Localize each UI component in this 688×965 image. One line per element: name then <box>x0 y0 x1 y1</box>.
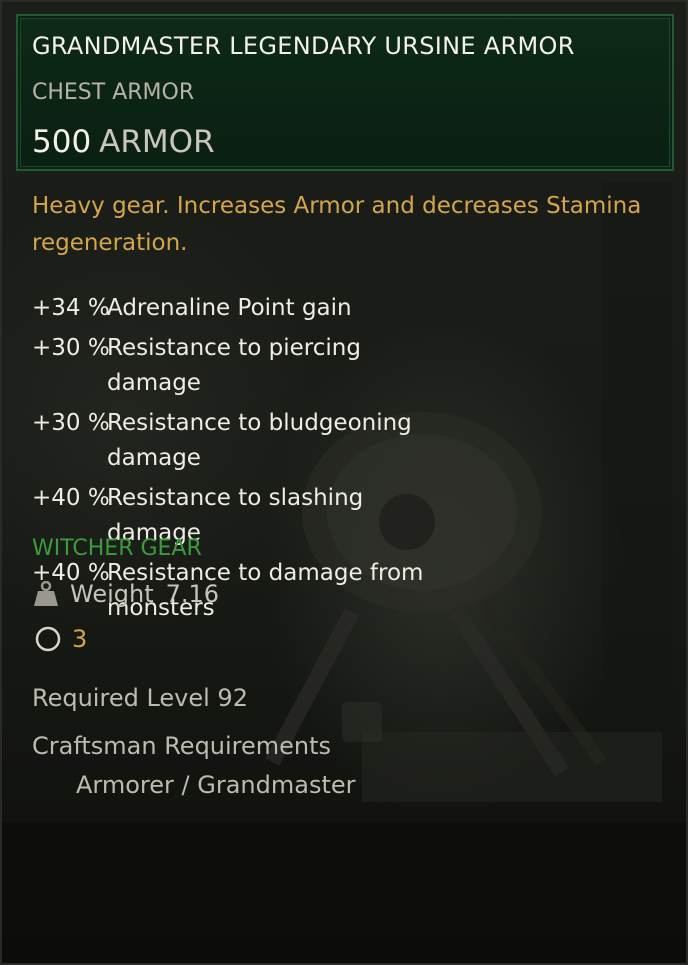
stat-row: +34 % Adrenaline Point gain <box>32 291 427 326</box>
weight-label: Weight <box>70 580 154 608</box>
required-level: Required Level 92 <box>32 684 248 712</box>
weight-icon <box>34 581 58 606</box>
weight-row: Weight 7.16 <box>32 580 219 608</box>
item-description: Heavy gear. Increases Armor and decrease… <box>32 193 642 256</box>
stat-row: +30 % Resistance to piercing damage <box>32 331 427 401</box>
upgrade-slot-icon <box>35 626 61 652</box>
stat-value: +30 % <box>32 410 110 436</box>
upgrade-slot-count: 3 <box>72 625 88 653</box>
stat-value: +34 % <box>32 295 110 321</box>
stat-label: Adrenaline Point gain <box>107 295 352 321</box>
stat-value: +30 % <box>32 335 110 361</box>
stat-label: Resistance to bludgeoning damage <box>107 410 412 471</box>
weight-value: 7.16 <box>165 580 220 608</box>
stat-label: Resistance to piercing damage <box>107 335 361 396</box>
stat-row: +30 % Resistance to bludgeoning damage <box>32 406 427 476</box>
upgrade-slots-row: 3 <box>34 625 87 653</box>
armor-value: 500 <box>32 124 92 160</box>
item-tooltip: GRANDMASTER LEGENDARY URSINE ARMOR CHEST… <box>0 0 688 965</box>
set-label: WITCHER GEAR <box>32 536 202 561</box>
item-header: GRANDMASTER LEGENDARY URSINE ARMOR CHEST… <box>16 14 674 171</box>
item-name: GRANDMASTER LEGENDARY URSINE ARMOR <box>32 32 575 60</box>
craftsman-requirements-value: Armorer / Grandmaster <box>76 771 356 799</box>
armor-rating: 500 ARMOR <box>32 124 215 160</box>
craftsman-requirements-title: Craftsman Requirements <box>32 732 332 760</box>
item-type: CHEST ARMOR <box>32 80 195 105</box>
armor-label: ARMOR <box>99 124 215 160</box>
